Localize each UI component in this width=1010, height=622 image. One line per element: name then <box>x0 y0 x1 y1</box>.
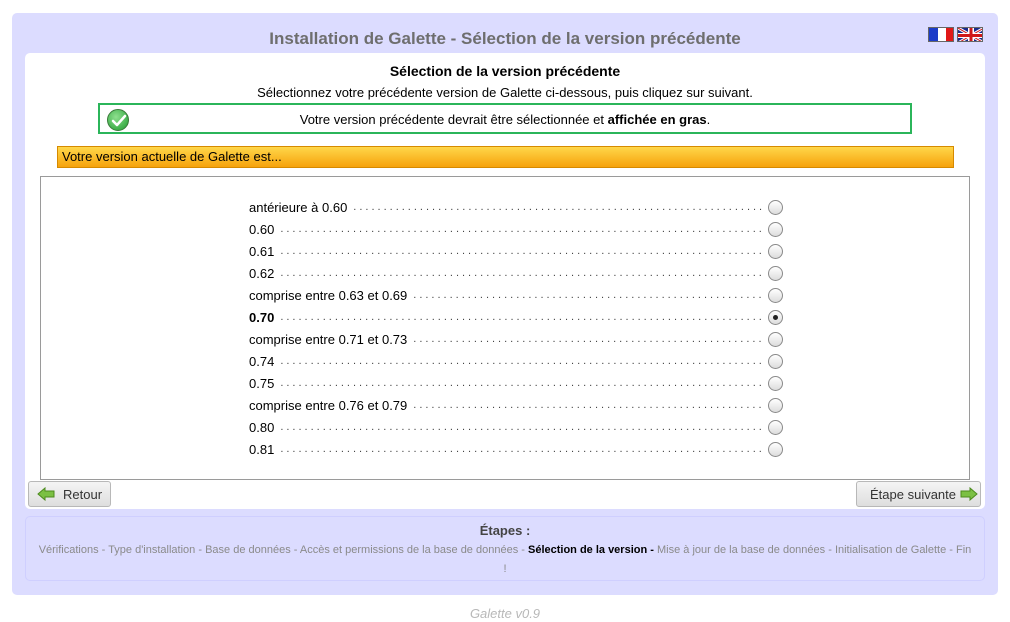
page-title: Installation de Galette - Sélection de l… <box>269 29 741 48</box>
leader-dots: ........................................… <box>280 223 762 235</box>
version-option[interactable]: comprise entre 0.71 et 0.73.............… <box>249 328 783 350</box>
step-item: Base de données <box>205 544 291 556</box>
version-label: comprise entre 0.71 et 0.73 <box>249 331 414 347</box>
next-button-label: Étape suivante <box>870 486 957 502</box>
version-label: 0.80 <box>249 419 281 435</box>
version-option[interactable]: 0.62....................................… <box>249 262 783 284</box>
version-label: comprise entre 0.63 et 0.69 <box>249 287 414 303</box>
version-radio[interactable] <box>768 442 783 457</box>
steps-panel: Étapes : Vérifications - Type d'installa… <box>25 516 985 581</box>
version-radio[interactable] <box>768 376 783 391</box>
version-option[interactable]: 0.80....................................… <box>249 416 783 438</box>
version-label: comprise entre 0.76 et 0.79 <box>249 397 414 413</box>
arrow-right-icon <box>960 487 978 501</box>
next-step-button[interactable]: Étape suivante <box>856 481 981 507</box>
version-radio[interactable] <box>768 244 783 259</box>
main-panel: Sélection de la version précédente Sélec… <box>25 53 985 509</box>
version-label: 0.70 <box>249 309 281 325</box>
version-option[interactable]: 0.81....................................… <box>249 438 783 460</box>
steps-list: Vérifications - Type d'installation - Ba… <box>36 541 974 579</box>
step-separator: - <box>98 544 109 556</box>
notice-text-bold: affichée en gras <box>607 112 707 127</box>
leader-dots: ........................................… <box>413 333 762 345</box>
version-radio[interactable] <box>768 332 783 347</box>
version-option[interactable]: 0.70....................................… <box>249 306 783 328</box>
version-option[interactable]: comprise entre 0.76 et 0.79.............… <box>249 394 783 416</box>
step-separator: - <box>195 544 206 556</box>
version-option[interactable]: 0.61....................................… <box>249 240 783 262</box>
step-separator: - <box>825 544 835 556</box>
notice-box: Votre version précédente devrait être sé… <box>98 103 912 134</box>
version-radio[interactable] <box>768 266 783 281</box>
notice-message: Votre version précédente devrait être sé… <box>100 112 910 127</box>
installer-page: Installation de Galette - Sélection de l… <box>0 0 1010 622</box>
leader-dots: ........................................… <box>280 377 762 389</box>
installer-window: Installation de Galette - Sélection de l… <box>12 13 998 595</box>
back-button[interactable]: Retour <box>28 481 111 507</box>
arrow-left-icon <box>37 487 55 501</box>
version-option[interactable]: 0.74....................................… <box>249 350 783 372</box>
step-separator: - <box>946 544 957 556</box>
version-label: 0.61 <box>249 243 281 259</box>
step-item: Type d'installation <box>108 544 196 556</box>
fieldset-legend: Votre version actuelle de Galette est... <box>57 146 954 168</box>
notice-text-end: . <box>706 112 711 127</box>
leader-dots: ........................................… <box>413 289 762 301</box>
steps-title: Étapes : <box>479 523 531 538</box>
leader-dots: ........................................… <box>280 311 762 323</box>
section-heading: Sélection de la version précédente <box>389 63 621 79</box>
version-radio[interactable] <box>768 420 783 435</box>
version-option[interactable]: antérieure à 0.60.......................… <box>249 196 783 218</box>
leader-dots: ........................................… <box>353 201 762 213</box>
version-label: 0.60 <box>249 221 281 237</box>
version-list: antérieure à 0.60.......................… <box>249 196 783 460</box>
version-radio[interactable] <box>768 222 783 237</box>
version-option[interactable]: comprise entre 0.63 et 0.69.............… <box>249 284 783 306</box>
leader-dots: ........................................… <box>280 245 762 257</box>
version-radio[interactable] <box>768 200 783 215</box>
leader-dots: ........................................… <box>280 267 762 279</box>
step-item: Mise à jour de la base de données <box>656 544 826 556</box>
version-radio[interactable] <box>768 398 783 413</box>
version-option[interactable]: 0.75....................................… <box>249 372 783 394</box>
version-radio[interactable] <box>768 354 783 369</box>
leader-dots: ........................................… <box>280 355 762 367</box>
footer-version: Galette v0.9 <box>469 606 541 621</box>
notice-text: Votre version précédente devrait être sé… <box>299 112 608 127</box>
step-item: Initialisation de Galette <box>834 544 947 556</box>
step-separator: - <box>647 544 657 556</box>
step-item: Sélection de la version <box>527 544 648 556</box>
leader-dots: ........................................… <box>280 443 762 455</box>
version-label: 0.81 <box>249 441 281 457</box>
back-button-label: Retour <box>63 486 103 502</box>
version-label: antérieure à 0.60 <box>249 199 354 215</box>
step-item: Vérifications <box>38 544 99 556</box>
leader-dots: ........................................… <box>413 399 762 411</box>
version-radio[interactable] <box>768 310 783 325</box>
version-label: 0.62 <box>249 265 281 281</box>
version-radio[interactable] <box>768 288 783 303</box>
step-separator: - <box>518 544 528 556</box>
step-item: Accès et permissions de la base de donné… <box>299 544 519 556</box>
step-separator: - <box>290 544 300 556</box>
version-label: 0.74 <box>249 353 281 369</box>
version-label: 0.75 <box>249 375 281 391</box>
leader-dots: ........................................… <box>280 421 762 433</box>
version-option[interactable]: 0.60....................................… <box>249 218 783 240</box>
intro-text: Sélectionnez votre précédente version de… <box>257 85 753 100</box>
